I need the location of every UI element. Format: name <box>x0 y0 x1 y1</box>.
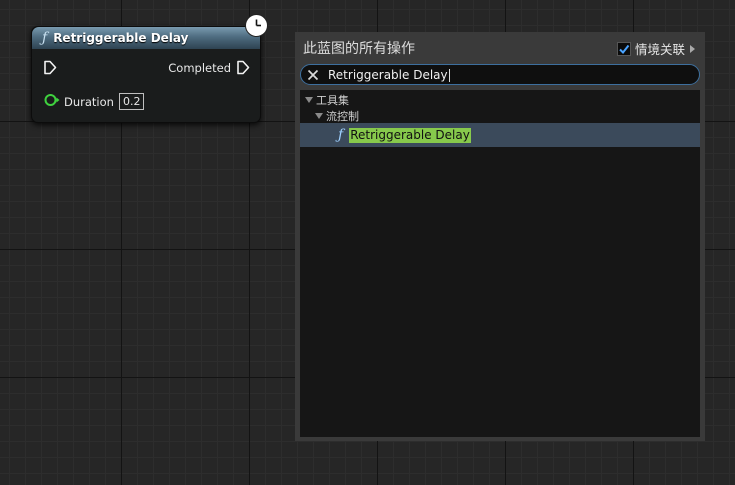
expand-arrow-icon[interactable] <box>690 44 695 53</box>
latent-clock-icon <box>245 14 268 37</box>
context-sensitive-label: 情境关联 <box>634 42 685 57</box>
category-label: 流控制 <box>326 110 359 123</box>
search-box[interactable]: Retriggerable Delay <box>300 64 700 85</box>
context-sensitive-checkbox[interactable] <box>616 41 631 56</box>
node-title: Retriggerable Delay <box>53 31 189 45</box>
action-palette: 此蓝图的所有操作 情境关联 Retriggerable Delay 工具集 流控… <box>295 32 705 441</box>
exec-input-pin[interactable] <box>43 60 57 75</box>
duration-pin-row: Duration 0.2 <box>44 92 145 111</box>
clear-search-icon[interactable] <box>307 69 319 81</box>
text-caret <box>448 68 450 82</box>
float-pin-icon[interactable] <box>44 92 60 111</box>
checkmark-icon <box>619 44 630 54</box>
node-header[interactable]: ƒ Retriggerable Delay <box>32 27 260 49</box>
exec-output-pin[interactable]: Completed <box>168 60 250 75</box>
search-input-value: Retriggerable Delay <box>328 67 448 82</box>
action-list[interactable]: 工具集 流控制 ƒ Retriggerable Delay <box>300 90 700 437</box>
retriggerable-delay-node[interactable]: ƒ Retriggerable Delay Completed Duration… <box>31 14 268 123</box>
completed-label: Completed <box>168 60 231 75</box>
context-sensitive-toggle[interactable]: 情境关联 <box>616 39 695 58</box>
exec-out-icon[interactable] <box>236 60 250 75</box>
palette-title: 此蓝图的所有操作 <box>303 41 415 57</box>
duration-input[interactable]: 0.2 <box>118 93 145 110</box>
category-flow-control[interactable]: 流控制 <box>315 108 359 124</box>
category-label: 工具集 <box>316 94 349 107</box>
action-item-label: Retriggerable Delay <box>349 127 471 143</box>
function-icon: ƒ <box>338 127 344 143</box>
function-icon: ƒ <box>42 30 48 46</box>
exec-in-icon[interactable] <box>43 60 57 75</box>
category-utilities[interactable]: 工具集 <box>305 92 349 108</box>
action-item-retriggerable-delay[interactable]: ƒ Retriggerable Delay <box>300 123 700 147</box>
collapse-triangle-icon[interactable] <box>315 113 323 119</box>
duration-label: Duration <box>64 94 114 109</box>
search-input[interactable]: Retriggerable Delay <box>328 68 450 82</box>
collapse-triangle-icon[interactable] <box>305 97 313 103</box>
